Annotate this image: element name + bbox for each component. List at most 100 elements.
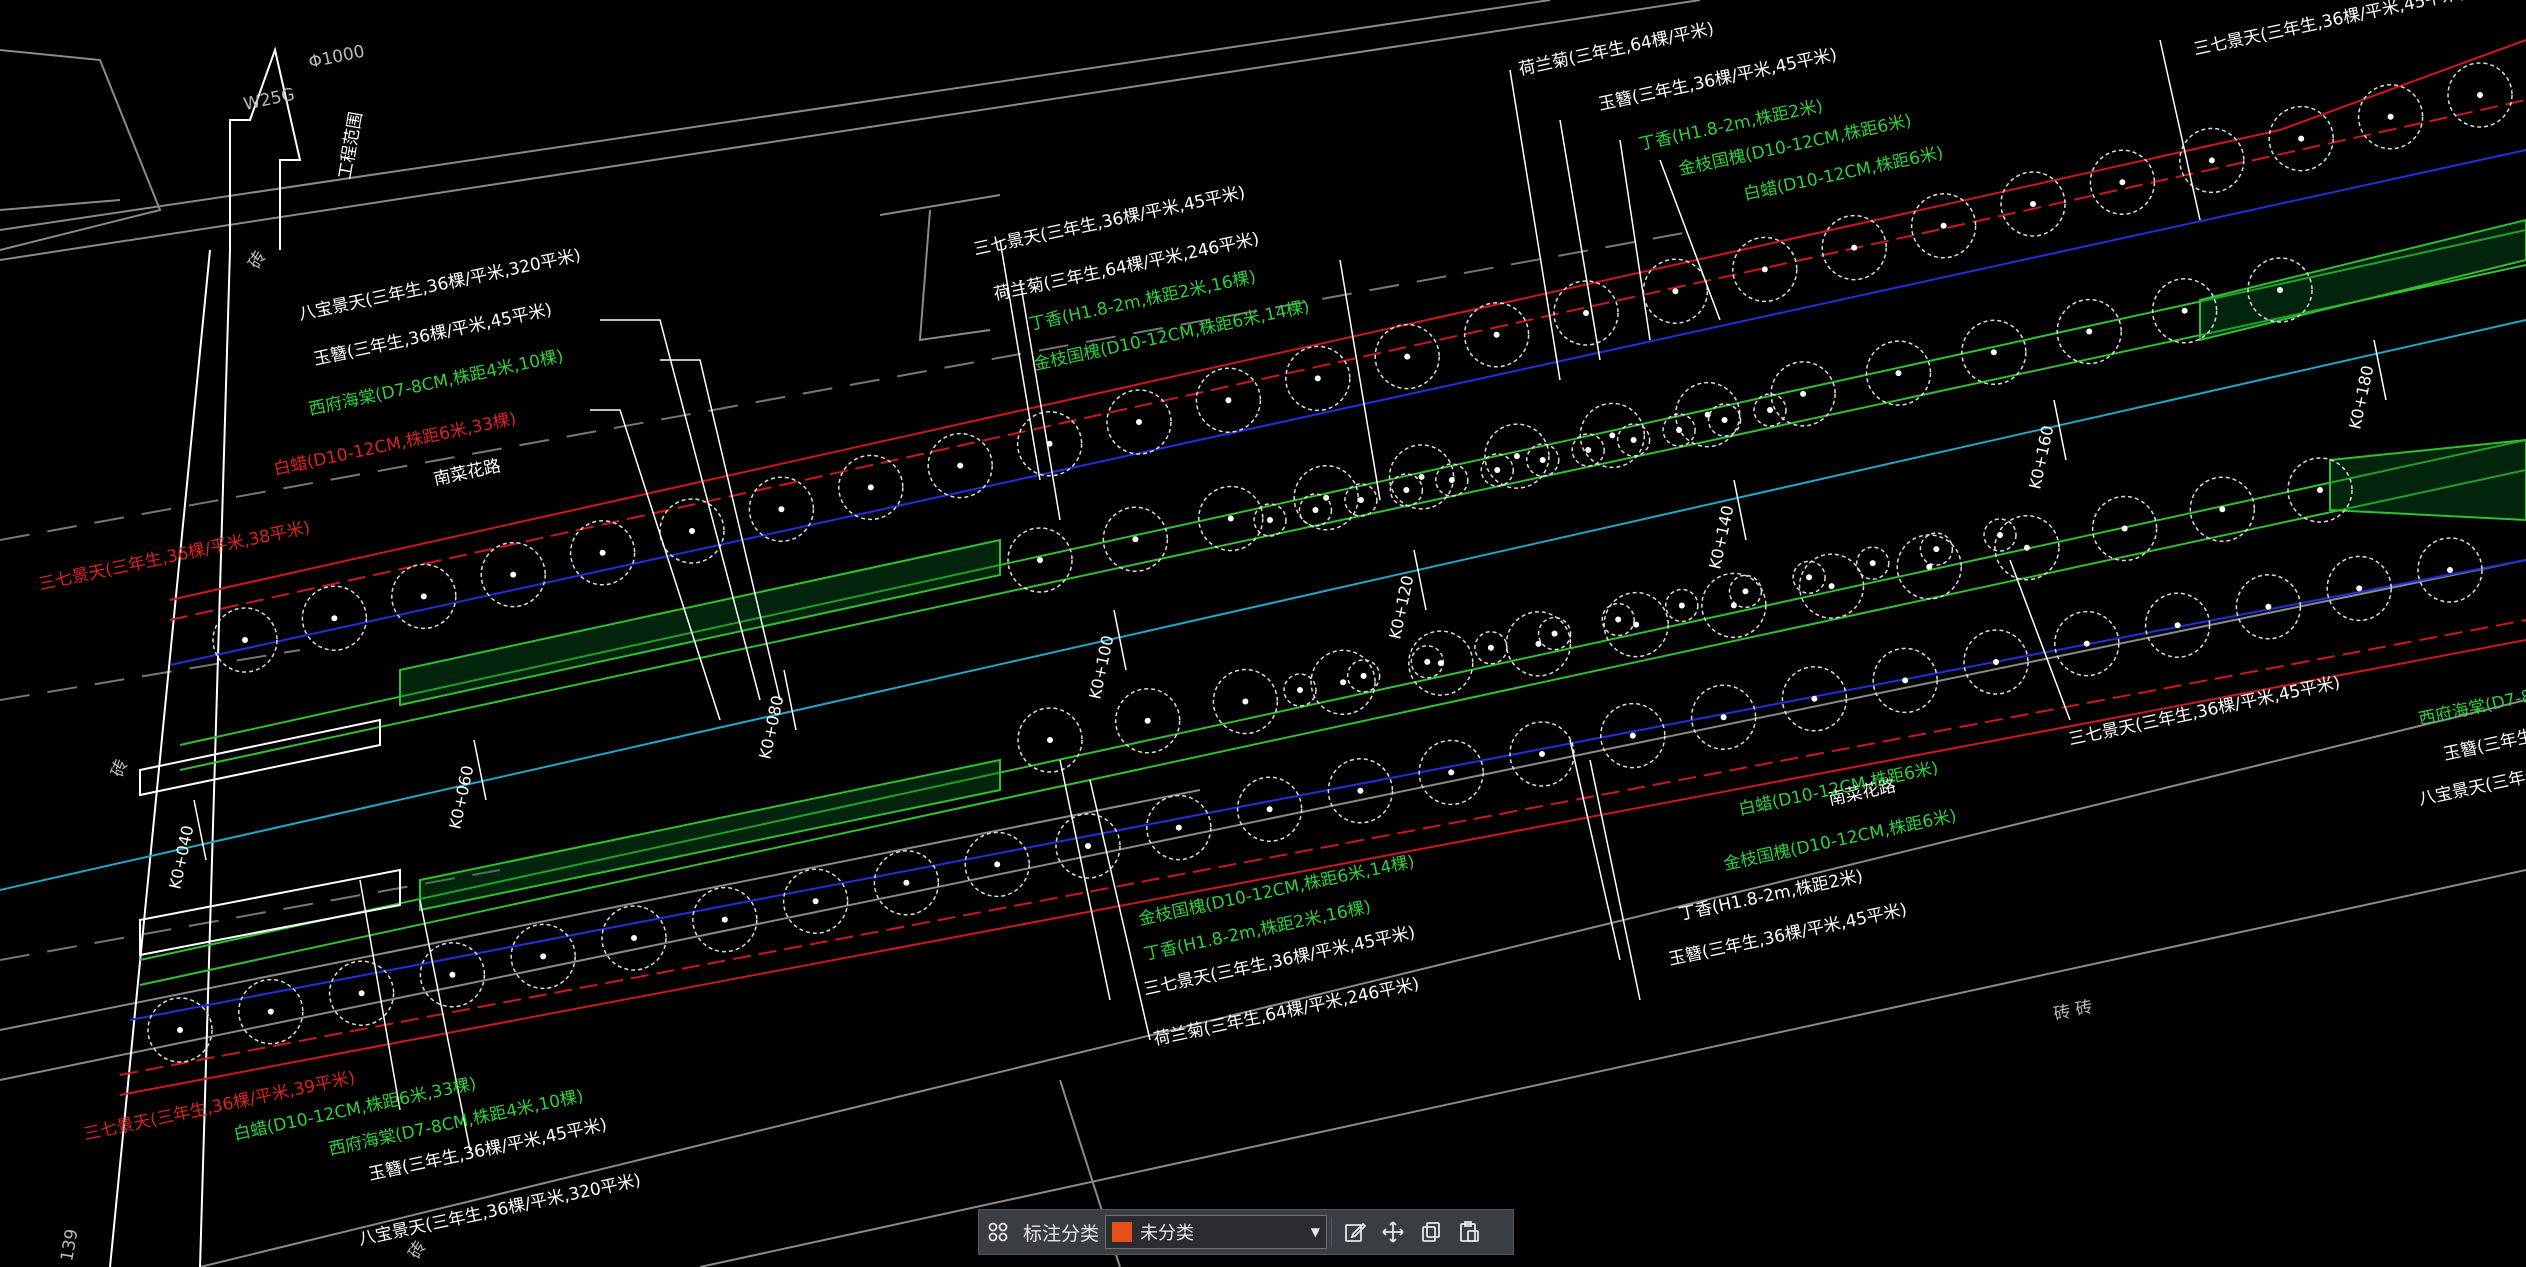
tree-center-dot bbox=[2086, 328, 2093, 335]
paste-button[interactable] bbox=[1450, 1213, 1488, 1251]
tree-center-dot bbox=[2219, 506, 2226, 513]
tree-center-dot bbox=[1806, 574, 1813, 581]
tree-center-dot bbox=[2023, 544, 2030, 551]
tree-center-dot bbox=[1297, 687, 1303, 693]
tree-center-dot bbox=[1933, 546, 1940, 553]
tree-center-dot bbox=[1630, 437, 1637, 443]
tree-center-dot bbox=[2387, 113, 2394, 120]
tree-center-dot bbox=[510, 571, 517, 578]
category-color-swatch bbox=[1112, 1222, 1133, 1242]
toolbar-divider bbox=[1331, 1217, 1333, 1247]
tree-center-dot bbox=[1990, 349, 1997, 356]
tree-center-dot bbox=[1360, 672, 1367, 679]
grid-icon bbox=[988, 1222, 1008, 1242]
tree-center-dot bbox=[1403, 487, 1410, 493]
tree-center-dot bbox=[1448, 769, 1455, 776]
tree-center-dot bbox=[1267, 517, 1273, 523]
chevron-down-icon: ▼ bbox=[1310, 1225, 1321, 1239]
tree-center-dot bbox=[1314, 375, 1321, 382]
tree-center-dot bbox=[2119, 179, 2126, 186]
tree-center-dot bbox=[1672, 288, 1679, 295]
tree-center-dot bbox=[1869, 560, 1876, 567]
tree-center-dot bbox=[1513, 453, 1520, 460]
tree-center-dot bbox=[1678, 602, 1685, 609]
tree-center-dot bbox=[1609, 432, 1616, 439]
tree-center-dot bbox=[1539, 457, 1546, 463]
tree-center-dot bbox=[1493, 331, 1500, 338]
tree-center-dot bbox=[599, 549, 606, 556]
tree-center-dot bbox=[721, 916, 728, 923]
copy-button[interactable] bbox=[1412, 1213, 1450, 1251]
tree-center-dot bbox=[1227, 515, 1234, 522]
tree-center-dot bbox=[2030, 201, 2036, 207]
tree-center-dot bbox=[1583, 310, 1589, 316]
tree-center-dot bbox=[2317, 487, 2323, 493]
annotation-toolbar: 标注分类 未分类 ▼ bbox=[978, 1209, 1514, 1255]
tree-center-dot bbox=[1615, 616, 1622, 623]
tree-center-dot bbox=[2447, 567, 2453, 573]
tree-center-dot bbox=[1585, 447, 1592, 453]
tree-center-dot bbox=[1418, 473, 1425, 480]
tree-center-dot bbox=[1730, 602, 1737, 609]
tree-center-dot bbox=[1132, 536, 1139, 543]
tree-center-dot bbox=[177, 1027, 183, 1033]
tree-center-dot bbox=[1895, 370, 1902, 377]
tree-center-dot bbox=[267, 1008, 274, 1015]
category-value: 未分类 bbox=[1140, 1223, 1195, 1244]
tree-center-dot bbox=[449, 971, 456, 978]
paste-icon bbox=[1460, 1221, 1479, 1242]
tree-center-dot bbox=[1494, 467, 1501, 473]
tree-center-dot bbox=[1144, 717, 1151, 724]
tree-center-dot bbox=[1448, 477, 1455, 483]
grid-button[interactable] bbox=[979, 1213, 1017, 1251]
tree-center-dot bbox=[1437, 660, 1444, 667]
tree-center-dot bbox=[1037, 557, 1043, 563]
copy-icon bbox=[1422, 1222, 1440, 1242]
tree-center-dot bbox=[1761, 266, 1768, 273]
category-label: 标注分类 bbox=[1023, 1222, 1100, 1245]
tree-center-dot bbox=[1312, 507, 1319, 513]
tree-center-dot bbox=[1721, 417, 1728, 423]
tree-center-dot bbox=[242, 637, 248, 643]
tree-center-dot bbox=[2477, 92, 2483, 98]
tree-center-dot bbox=[1404, 353, 1411, 360]
tree-center-dot bbox=[358, 990, 365, 997]
tree-center-dot bbox=[1800, 390, 1807, 397]
tree-center-dot bbox=[1136, 419, 1142, 425]
tree-center-dot bbox=[957, 462, 964, 469]
tree-center-dot bbox=[689, 528, 695, 534]
tree-center-dot bbox=[994, 861, 1001, 868]
tree-center-dot bbox=[2356, 585, 2363, 592]
tree-center-dot bbox=[1357, 787, 1364, 794]
tree-center-dot bbox=[331, 615, 338, 622]
cad-drawing-canvas[interactable]: K0+040K0+060K0+080K0+100K0+120K0+140K0+1… bbox=[0, 0, 2526, 1267]
tree-center-dot bbox=[1424, 658, 1431, 665]
tree-center-dot bbox=[631, 935, 637, 941]
tree-center-dot bbox=[2298, 135, 2305, 142]
edit-button[interactable] bbox=[1336, 1213, 1374, 1251]
tree-center-dot bbox=[1767, 407, 1773, 413]
move-button[interactable] bbox=[1374, 1213, 1412, 1251]
tree-center-dot bbox=[2083, 640, 2090, 647]
tree-center-dot bbox=[2277, 287, 2283, 293]
tree-center-dot bbox=[903, 879, 910, 886]
tree-center-dot bbox=[2208, 157, 2215, 164]
tree-center-dot bbox=[1993, 659, 1999, 665]
tree-center-dot bbox=[420, 593, 427, 600]
tree-center-dot bbox=[1742, 588, 1749, 595]
tree-center-dot bbox=[1676, 427, 1683, 433]
tree-center-dot bbox=[540, 953, 547, 960]
tree-center-dot bbox=[1175, 824, 1182, 831]
category-dropdown[interactable]: 未分类 ▼ bbox=[1105, 1215, 1328, 1249]
tree-center-dot bbox=[778, 506, 785, 513]
tree-center-dot bbox=[1926, 563, 1933, 570]
tree-center-dot bbox=[1085, 843, 1091, 849]
tree-center-dot bbox=[2121, 525, 2128, 532]
tree-center-dot bbox=[812, 898, 819, 905]
tree-center-dot bbox=[1535, 640, 1542, 647]
tree-center-dot bbox=[1633, 621, 1640, 628]
tree-center-dot bbox=[1811, 695, 1818, 702]
tree-center-dot bbox=[1539, 751, 1545, 757]
tree-center-dot bbox=[1940, 222, 1947, 229]
tree-center-dot bbox=[1551, 630, 1558, 637]
